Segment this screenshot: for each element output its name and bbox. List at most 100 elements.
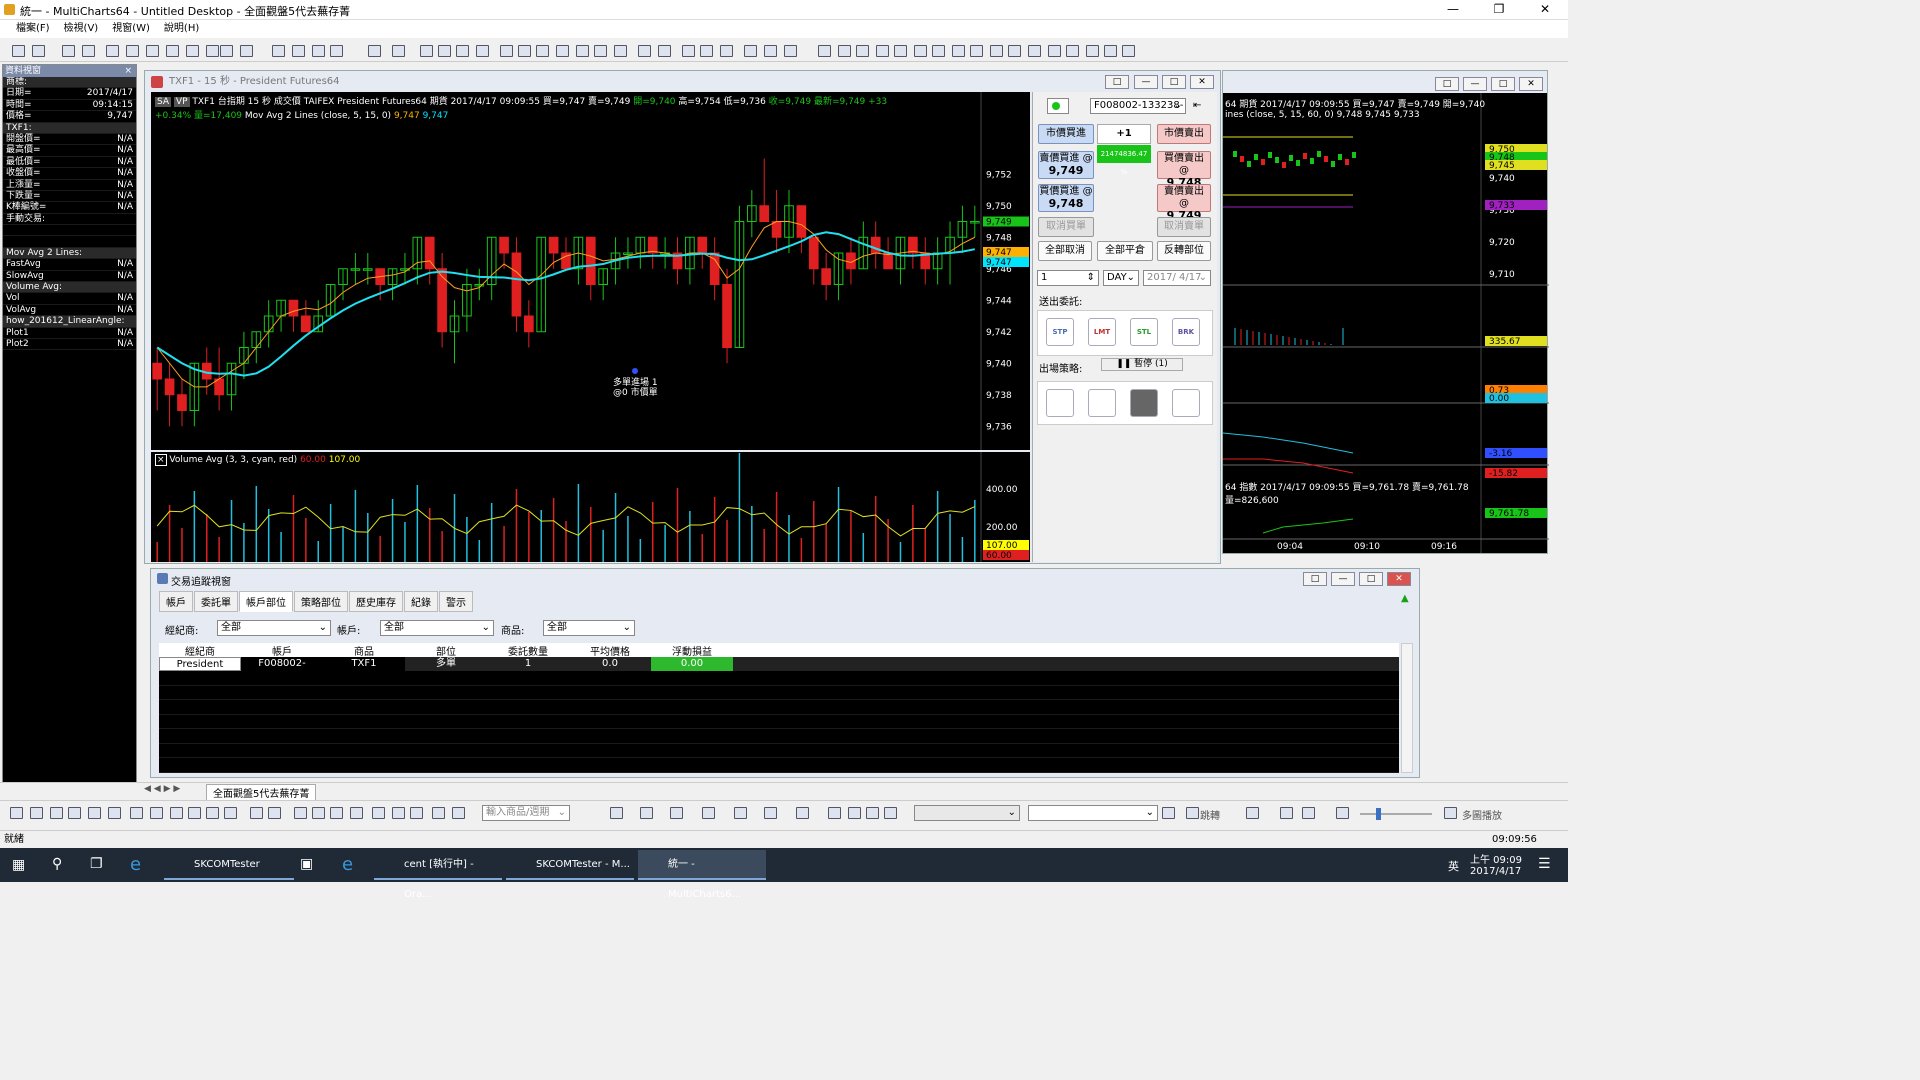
toolbar-tool-50-icon[interactable] [1066,45,1079,57]
date-input[interactable]: ⌄ [1028,805,1158,821]
column-header[interactable]: 浮動損益 [651,643,733,658]
toolbar-tool-29-icon[interactable] [638,45,651,57]
windows-start-icon[interactable]: ▦ [12,857,25,873]
arrow-up-icon[interactable]: ▲ [1401,593,1409,604]
tab-account-positions[interactable]: 帳戶部位 [239,591,293,612]
toolbar-tool-44-icon[interactable] [952,45,965,57]
flatten-all-button[interactable]: 全部平倉 [1097,241,1153,261]
drawing-tool-20-icon[interactable] [410,807,423,819]
cancel-buy-button[interactable]: 取消買單 [1038,217,1094,237]
tab-orders[interactable]: 委託單 [194,591,238,612]
task-view-icon[interactable]: ❐ [90,856,103,872]
volume-chart[interactable]: 400.00 200.00 107.00 60.00 × Volume Avg (3,… [151,452,1030,562]
drawing-tool-15-icon[interactable] [312,807,325,819]
toolbar-tool-38-icon[interactable] [838,45,851,57]
menu-help[interactable]: 說明(H) [164,20,199,38]
toolbar-tool-22-icon[interactable] [500,45,513,57]
drawing-tool-4-icon[interactable] [88,807,101,819]
exit-strategy-4-icon[interactable] [1172,389,1200,417]
close-button[interactable]: ✕ [1519,77,1543,91]
tif-select[interactable]: DAY ⌄ [1103,270,1139,286]
drawing-tool-25-icon[interactable] [670,807,683,819]
menu-file[interactable]: 檔案(F) [16,20,50,38]
column-header[interactable]: 經紀商 [159,643,241,658]
toolbar-tool-41-icon[interactable] [894,45,907,57]
toolbar-tool-17-icon[interactable] [392,45,405,57]
drawing-tool-24-icon[interactable] [640,807,653,819]
jump-button[interactable]: 跳轉 [1200,807,1220,822]
minimize-button[interactable]: — [1430,0,1476,20]
toolbar-tool-3-icon[interactable] [82,45,95,57]
drawing-tool-10-icon[interactable] [206,807,219,819]
drawing-tool-26-icon[interactable] [702,807,715,819]
stop-limit-order-icon[interactable]: STL [1130,318,1158,346]
drawing-tool-1-icon[interactable] [30,807,43,819]
toolbar-tool-27-icon[interactable] [594,45,607,57]
drawing-tool-32-icon[interactable] [866,807,879,819]
pause-button[interactable]: ❚❚ 暫停 (1) [1101,358,1183,371]
drawing-tool-8-icon[interactable] [170,807,183,819]
column-header[interactable]: 商品 [323,643,405,658]
detach-button[interactable]: □ [1303,572,1327,586]
minimize-button[interactable]: — [1463,77,1487,91]
drawing-tool-3-icon[interactable] [68,807,81,819]
close-button[interactable]: ✕ [1387,572,1411,586]
toolbar-tool-48-icon[interactable] [1028,45,1041,57]
toolbar-tool-8-icon[interactable] [186,45,199,57]
toolbar-tool-9-icon[interactable] [206,45,219,57]
drawing-tool-18-icon[interactable] [372,807,385,819]
ie-icon[interactable]: e [342,854,353,875]
ime-indicator[interactable]: 英 [1448,858,1459,874]
broker-select[interactable]: 全部 ⌄ [217,620,331,636]
toolbar-tool-33-icon[interactable] [720,45,733,57]
toolbar-tool-28-icon[interactable] [614,45,627,57]
toolbar-tool-35-icon[interactable] [764,45,777,57]
maximize-button[interactable]: ❐ [1476,0,1522,20]
drawing-tool-39-icon[interactable] [1336,807,1349,819]
drawing-tool-31-icon[interactable] [848,807,861,819]
menu-view[interactable]: 檢視(V) [64,20,99,38]
drawing-tool-23-icon[interactable] [610,807,623,819]
secondary-chart-window[interactable]: □ — □ ✕ 9,740 9,730 9,720 9,710 9,750 9,748 9,… [1222,70,1549,554]
drawing-tool-21-icon[interactable] [432,807,445,819]
toolbar-tool-21-icon[interactable] [476,45,489,57]
menu-window[interactable]: 視窗(W) [112,20,150,38]
toolbar-tool-45-icon[interactable] [970,45,983,57]
spinner-icon[interactable]: ⇕ [1087,271,1095,285]
drawing-tool-14-icon[interactable] [294,807,307,819]
maximize-button[interactable]: □ [1359,572,1383,586]
drawing-tool-27-icon[interactable] [734,807,747,819]
toolbar-tool-49-icon[interactable] [1048,45,1061,57]
cancel-all-button[interactable]: 全部取消 [1038,241,1092,261]
tab-alerts[interactable]: 警示 [439,591,473,612]
taskbar-item-multicharts[interactable]: 統一 - MultiCharts6... [638,850,766,900]
toolbar-tool-32-icon[interactable] [700,45,713,57]
drawing-tool-34-icon[interactable] [1162,807,1175,819]
drawing-tool-38-icon[interactable] [1302,807,1315,819]
workspace-select[interactable]: ⌄ [914,805,1020,821]
reverse-position-button[interactable]: 反轉部位 [1157,241,1211,261]
toolbar-tool-6-icon[interactable] [146,45,159,57]
toolbar-tool-30-icon[interactable] [658,45,671,57]
edge-icon[interactable]: e [130,854,141,875]
toolbar-tool-2-icon[interactable] [62,45,75,57]
drawing-tool-36-icon[interactable] [1246,807,1259,819]
market-buy-button[interactable]: 市價買進 [1038,124,1094,144]
playback-slider[interactable] [1360,808,1432,820]
toolbar-tool-46-icon[interactable] [990,45,1003,57]
search-icon[interactable]: ⚲ [52,856,62,872]
drawing-tool-30-icon[interactable] [828,807,841,819]
tab-nav-arrows[interactable]: ◀ ◀ ▶ ▶ [144,784,180,794]
toolbar-tool-36-icon[interactable] [784,45,797,57]
drawing-tool-16-icon[interactable] [330,807,343,819]
toolbar-tool-18-icon[interactable] [420,45,433,57]
toolbar-tool-12-icon[interactable] [272,45,285,57]
toolbar-tool-34-icon[interactable] [744,45,757,57]
toolbar-tool-40-icon[interactable] [876,45,889,57]
stop-order-icon[interactable]: STP [1046,318,1074,346]
toolbar-tool-14-icon[interactable] [312,45,325,57]
toolbar-tool-11-icon[interactable] [240,45,253,57]
slider-thumb[interactable] [1376,808,1381,820]
toolbar-tool-37-icon[interactable] [818,45,831,57]
toolbar-tool-5-icon[interactable] [126,45,139,57]
